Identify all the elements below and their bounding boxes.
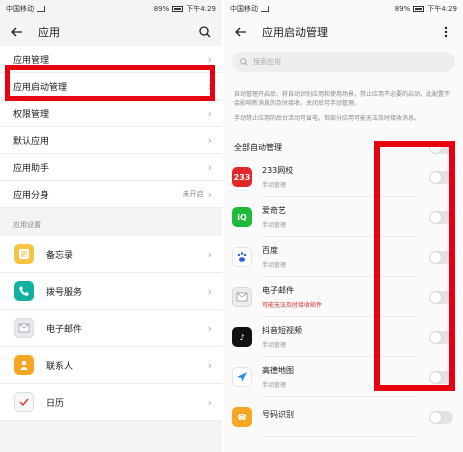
highlight-box bbox=[374, 141, 455, 391]
settings-row-default-apps[interactable]: 默认应用 › bbox=[0, 127, 222, 154]
app-settings-row[interactable]: 联系人 › bbox=[0, 347, 222, 384]
battery-level: 89% bbox=[394, 5, 411, 13]
auto-manage-all-label: 全部自动管理 bbox=[234, 142, 282, 152]
signal-icon bbox=[37, 6, 45, 12]
baidu-icon bbox=[232, 247, 252, 267]
clock: 下午4:29 bbox=[427, 5, 457, 13]
amap-icon bbox=[232, 367, 252, 387]
settings-row-app-assistant[interactable]: 应用助手 › bbox=[0, 154, 222, 181]
battery-icon bbox=[413, 6, 425, 12]
battery-level: 89% bbox=[153, 5, 170, 13]
233-icon: 233 bbox=[232, 167, 252, 187]
app-settings-screen: 中国移动 89% 下午4:29 应用 应用管理 › 应用启动管理 › 权限管理 … bbox=[0, 0, 222, 452]
row-label: 默认应用 bbox=[13, 136, 50, 147]
row-label: 应用管理 bbox=[13, 55, 50, 66]
app-settings-row[interactable]: 电子邮件 › bbox=[0, 310, 222, 347]
section-header: 应用设置 bbox=[0, 208, 222, 236]
number-id-icon: ☎ bbox=[232, 407, 252, 427]
app-name: 联系人 bbox=[46, 361, 74, 372]
chevron-right-icon: › bbox=[207, 358, 212, 372]
app-settings-list: 备忘录 › 拨号服务 › 电子邮件 › 联系人 › 日历 › bbox=[0, 236, 222, 421]
app-name: 备忘录 bbox=[46, 250, 74, 261]
chevron-right-icon: › bbox=[207, 187, 212, 201]
more-options-icon[interactable] bbox=[437, 23, 455, 41]
chevron-right-icon: › bbox=[207, 160, 212, 174]
settings-row-permission-management[interactable]: 权限管理 › bbox=[0, 100, 222, 127]
chevron-right-icon: › bbox=[207, 52, 212, 66]
chevron-right-icon: › bbox=[207, 284, 212, 298]
app-bar: 应用 bbox=[0, 18, 222, 46]
back-arrow-icon[interactable] bbox=[232, 23, 250, 41]
chevron-right-icon: › bbox=[207, 133, 212, 147]
row-label: 应用分身 bbox=[13, 190, 50, 201]
page-title: 应用 bbox=[38, 26, 60, 39]
signal-icon bbox=[261, 6, 269, 12]
app-settings-row[interactable]: 日历 › bbox=[0, 384, 222, 421]
chevron-right-icon: › bbox=[207, 321, 212, 335]
search-input[interactable]: 搜索应用 bbox=[232, 52, 455, 72]
page-title: 应用启动管理 bbox=[262, 26, 328, 39]
app-name: 日历 bbox=[46, 398, 65, 409]
chevron-right-icon: › bbox=[207, 247, 212, 261]
app-name: 电子邮件 bbox=[46, 324, 83, 335]
search-icon[interactable] bbox=[196, 23, 214, 41]
description-text: 自动管理开启后，将自动识别应用和使用场景，禁止应用不必要的启动。此配置不会影响新… bbox=[234, 91, 451, 107]
row-value: 未开启 bbox=[182, 190, 204, 198]
search-placeholder: 搜索应用 bbox=[253, 58, 281, 66]
back-arrow-icon[interactable] bbox=[8, 23, 26, 41]
row-label: 权限管理 bbox=[13, 109, 50, 120]
calendar-icon bbox=[14, 392, 34, 412]
douyin-icon: ♪ bbox=[232, 327, 252, 347]
clock: 下午4:29 bbox=[186, 5, 216, 13]
memo-icon bbox=[14, 244, 34, 264]
status-bar: 中国移动 89% 下午4:29 bbox=[0, 0, 222, 18]
startup-management-screen: 中国移动 89% 下午4:29 应用启动管理 搜索应用 自动管理开启后，将自动识… bbox=[224, 0, 463, 452]
startup-toggle[interactable] bbox=[429, 410, 453, 424]
highlight-box bbox=[5, 65, 215, 101]
app-name: 拨号服务 bbox=[46, 287, 83, 298]
iqiyi-icon: iQ bbox=[232, 207, 252, 227]
search-icon bbox=[240, 58, 248, 66]
phone-icon bbox=[14, 281, 34, 301]
app-settings-row[interactable]: 备忘录 › bbox=[0, 236, 222, 273]
carrier-label: 中国移动 bbox=[6, 5, 34, 13]
carrier-label: 中国移动 bbox=[230, 5, 258, 13]
mail-icon bbox=[232, 287, 252, 307]
mail-icon bbox=[14, 318, 34, 338]
app-settings-row[interactable]: 拨号服务 › bbox=[0, 273, 222, 310]
chevron-right-icon: › bbox=[207, 106, 212, 120]
app-startup-row[interactable]: ☎ 号码识别 bbox=[224, 397, 463, 437]
app-bar: 应用启动管理 bbox=[224, 18, 463, 46]
row-label: 应用助手 bbox=[13, 163, 50, 174]
status-bar: 中国移动 89% 下午4:29 bbox=[224, 0, 463, 18]
settings-row-app-twin[interactable]: 应用分身 未开启 › bbox=[0, 181, 222, 208]
chevron-right-icon: › bbox=[207, 395, 212, 409]
contacts-icon bbox=[14, 355, 34, 375]
battery-icon bbox=[172, 6, 184, 12]
app-name: 号码识别 bbox=[262, 410, 294, 419]
description-text-secondary: 手动禁止应用的后台活动可省电，但部分应用可能无法及时接收消息。 bbox=[234, 115, 421, 122]
